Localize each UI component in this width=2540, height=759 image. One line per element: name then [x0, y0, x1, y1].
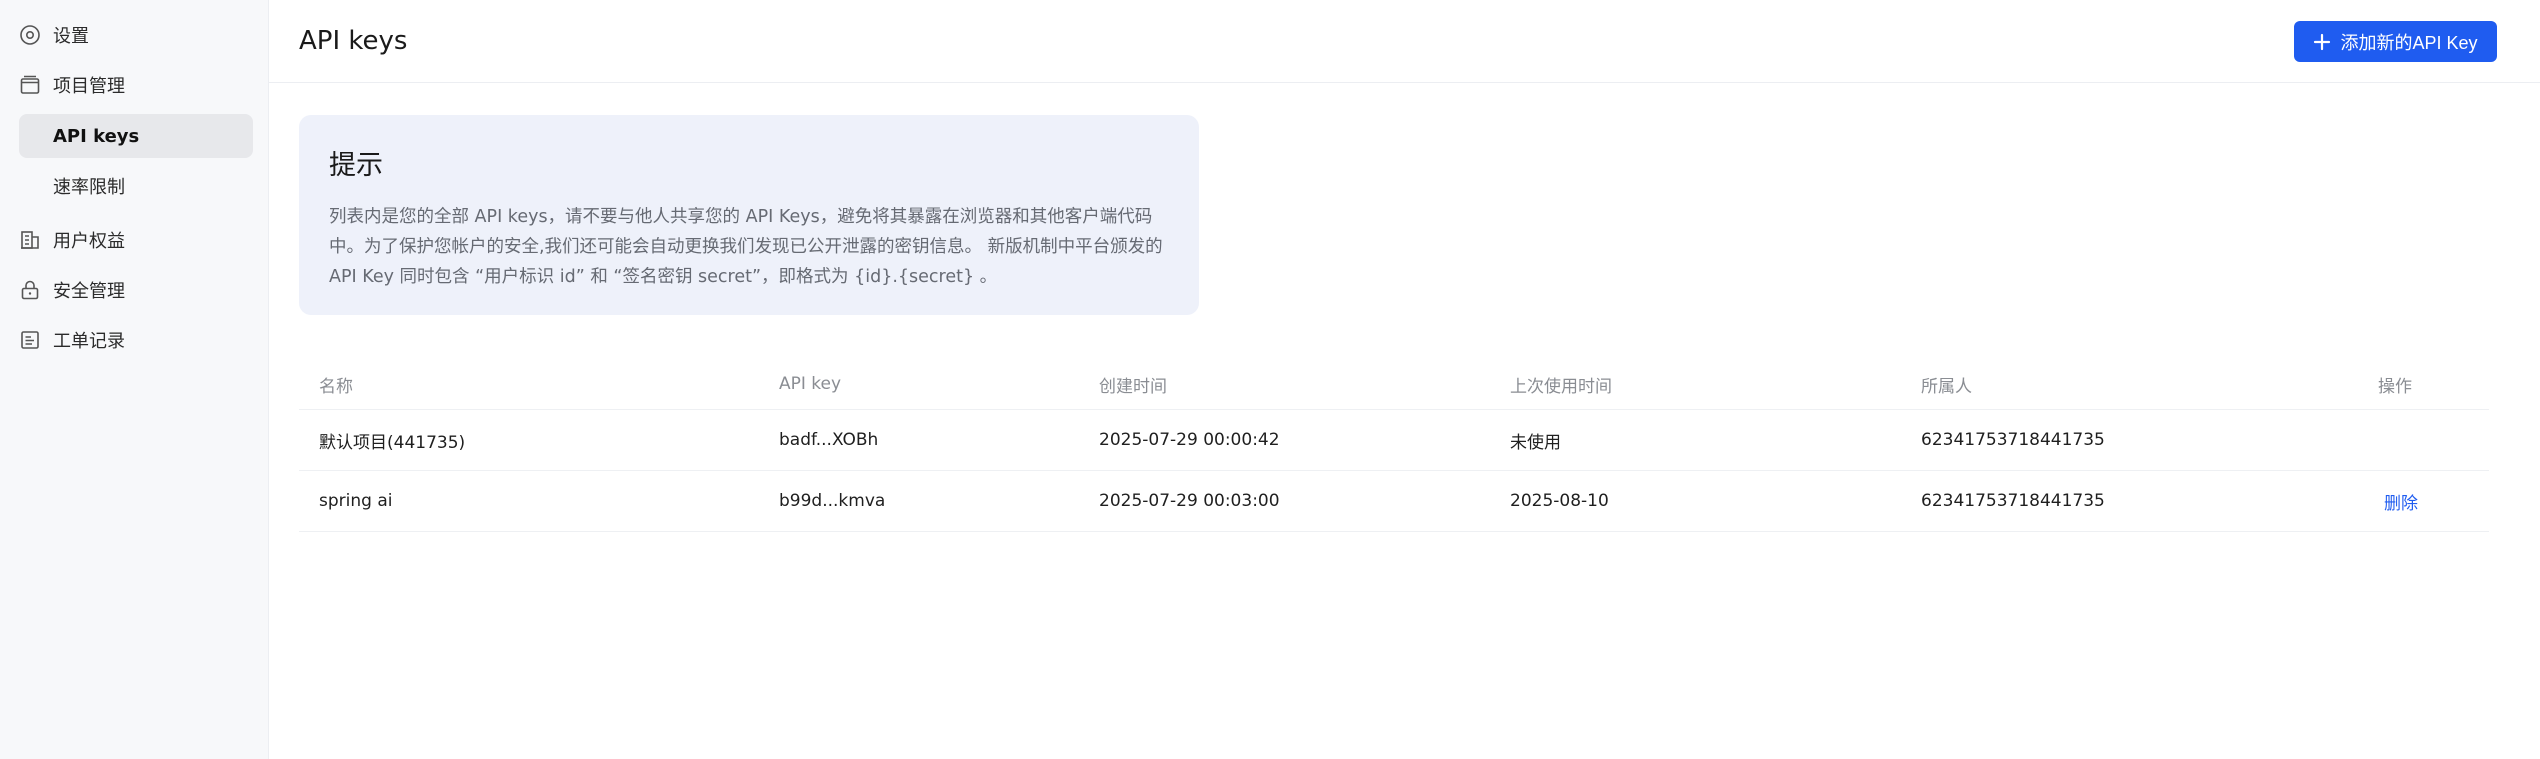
sidebar-item-label: 工单记录 [53, 331, 125, 352]
sidebar-item-rate-limit[interactable]: 速率限制 [19, 164, 253, 208]
row-api-key: badf...XOBh [779, 430, 879, 450]
plus-icon [2314, 33, 2331, 50]
row-created: 2025-07-29 00:00:42 [1099, 430, 1280, 450]
sidebar-item-security[interactable]: 安全管理 [19, 268, 253, 312]
row-owner: 62341753718441735 [1921, 430, 2105, 450]
row-name: spring ai [319, 491, 393, 511]
page-title: API keys [299, 26, 408, 56]
sidebar: 设置 项目管理 API keys 速率限制 用户权益 安全管理 工单记录 [0, 0, 269, 759]
delete-link[interactable]: 删除 [2384, 471, 2418, 531]
row-created: 2025-07-29 00:03:00 [1099, 491, 1280, 511]
sidebar-item-label: 项目管理 [53, 76, 125, 97]
column-header-owner: 所属人 [1921, 376, 1972, 397]
sidebar-item-label: 安全管理 [53, 281, 125, 302]
sidebar-item-label: 用户权益 [53, 231, 125, 252]
tip-line: 中。为了保护您帐户的安全,我们还可能会自动更换我们发现已公开泄露的密钥信息。 新… [329, 237, 1163, 257]
sidebar-item-label: 速率限制 [53, 177, 125, 198]
sidebar-item-label: 设置 [53, 26, 89, 47]
page-header: API keys 添加新的API Key [269, 0, 2540, 83]
row-last-used: 2025-08-10 [1510, 491, 1609, 511]
tip-line: API Key 同时包含 “用户标识 id” 和 “签名密钥 secret”，即… [329, 267, 998, 287]
lock-icon [19, 279, 41, 301]
settings-icon [19, 24, 41, 46]
column-header-created: 创建时间 [1099, 376, 1167, 397]
add-api-key-label: 添加新的API Key [2340, 32, 2478, 53]
sidebar-item-label: API keys [53, 125, 140, 147]
table-row: spring ai b99d...kmva 2025-07-29 00:03:0… [299, 471, 2489, 532]
row-owner: 62341753718441735 [1921, 491, 2105, 511]
tip-card: 提示 列表内是您的全部 API keys，请不要与他人共享您的 API Keys… [299, 115, 1199, 315]
table-header-row: 名称 API key 创建时间 上次使用时间 所属人 操作 [299, 359, 2489, 410]
sidebar-item-api-keys[interactable]: API keys [19, 114, 253, 158]
column-header-actions: 操作 [2378, 376, 2412, 397]
row-last-used: 未使用 [1510, 432, 1561, 453]
tip-line: 列表内是您的全部 API keys，请不要与他人共享您的 API Keys，避免… [329, 207, 1153, 227]
row-name: 默认项目(441735) [319, 432, 466, 453]
add-api-key-button[interactable]: 添加新的API Key [2294, 21, 2497, 62]
sidebar-item-user-benefits[interactable]: 用户权益 [19, 218, 253, 262]
row-api-key: b99d...kmva [779, 491, 886, 511]
table-row: 默认项目(441735) badf...XOBh 2025-07-29 00:0… [299, 410, 2489, 471]
sidebar-item-tickets[interactable]: 工单记录 [19, 318, 253, 362]
column-header-last-used: 上次使用时间 [1510, 376, 1612, 397]
column-header-api-key: API key [779, 374, 842, 394]
building-icon [19, 229, 41, 251]
sidebar-item-settings[interactable]: 设置 [19, 13, 253, 57]
column-header-name: 名称 [319, 376, 353, 397]
ticket-icon [19, 329, 41, 351]
tip-text: 列表内是您的全部 API keys，请不要与他人共享您的 API Keys，避免… [329, 202, 1169, 292]
tip-title: 提示 [329, 150, 383, 181]
folder-icon [19, 74, 41, 96]
sidebar-item-project-management[interactable]: 项目管理 [19, 63, 253, 107]
api-keys-table: 名称 API key 创建时间 上次使用时间 所属人 操作 默认项目(44173… [299, 359, 2489, 532]
